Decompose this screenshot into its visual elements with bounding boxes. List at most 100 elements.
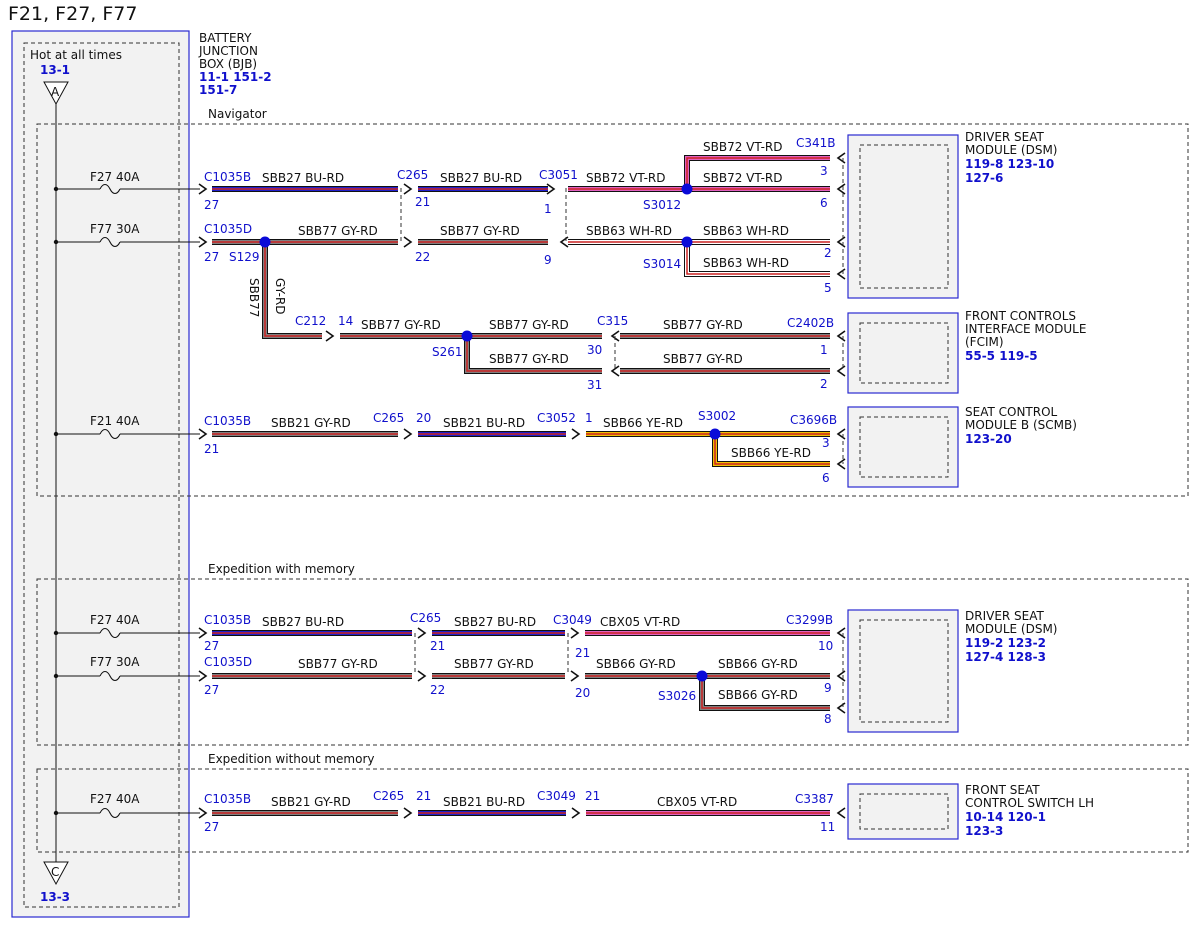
conn-m-c265-pin22: 22 <box>430 683 445 697</box>
splice-s261 <box>461 330 473 342</box>
scmb-name-1: SEAT CONTROL <box>965 405 1058 419</box>
wiring-diagram: F21, F27, F77 Hot at all times 13-1 A C … <box>8 3 1189 918</box>
terminal-c-label: C <box>51 865 59 879</box>
wire-label-m2c: SBB66 GY-RD <box>596 657 676 671</box>
wire-label-w4c: SBB66 YE-RD <box>603 416 683 430</box>
wire-label-m2d: SBB66 GY-RD <box>718 657 798 671</box>
conn-c265-1: C265 <box>397 168 428 182</box>
fuse-mem-f27: F27 40A <box>90 613 140 627</box>
bjb-name-2: JUNCTION <box>198 44 258 58</box>
dsm-mem-name-1: DRIVER SEAT <box>965 609 1045 623</box>
splice-s3014 <box>681 236 693 248</box>
wire-label-w4a: SBB21 GY-RD <box>271 416 351 430</box>
wire-label-n1a: SBB21 GY-RD <box>271 795 351 809</box>
conn-c3052: C3052 <box>537 411 576 425</box>
dsm-mem-ref-2: 127-4 128-3 <box>965 650 1046 664</box>
conn-m-c3299b-pin10: 10 <box>818 639 833 653</box>
bjb-name-1: BATTERY <box>199 31 252 45</box>
wire-label-m2e: SBB66 GY-RD <box>718 688 798 702</box>
wire-label-m1a: SBB27 BU-RD <box>262 615 344 629</box>
arrow-w2a-in <box>198 236 208 248</box>
wire-label-m2b: SBB77 GY-RD <box>454 657 534 671</box>
conn-m-c3299b: C3299B <box>786 613 833 627</box>
section-expedition-memory-label: Expedition with memory <box>208 562 355 576</box>
conn-c212-pin: 14 <box>338 314 353 328</box>
wire-label-w4d: SBB66 YE-RD <box>731 446 811 460</box>
bjb-top-ref: 13-1 <box>40 63 70 77</box>
conn-c1035d-1-pin: 27 <box>204 250 219 264</box>
section-expedition-no-memory-label: Expedition without memory <box>208 752 375 766</box>
scmb-name-2: MODULE B (SCMB) <box>965 418 1077 432</box>
splice-s3026 <box>696 670 708 682</box>
arrow-m2a-in <box>198 670 208 682</box>
fcim-name-3: (FCIM) <box>965 335 1004 349</box>
arrow-w4b-in <box>403 428 413 440</box>
conn-n-c3387: C3387 <box>795 792 834 806</box>
conn-m-c3049-pin20: 20 <box>575 686 590 700</box>
wire-label-n1c: CBX05 VT-RD <box>657 795 737 809</box>
conn-n-c3049-pin: 21 <box>585 789 600 803</box>
arrow-m2b-in <box>417 670 427 682</box>
conn-c341b: C341B <box>796 136 836 150</box>
wire-label-w2e: SBB63 WH-RD <box>703 256 789 270</box>
fuse-mem-f77: F77 30A <box>90 655 140 669</box>
bjb-ref-2: 151-7 <box>199 83 237 97</box>
dsm-nav-name-1: DRIVER SEAT <box>965 130 1045 144</box>
wire-label-w4b: SBB21 BU-RD <box>443 416 525 430</box>
conn-n-c265: C265 <box>373 789 404 803</box>
conn-dsm-pin5: 5 <box>824 281 832 295</box>
wire-label-n1b: SBB21 BU-RD <box>443 795 525 809</box>
arrow-w1b-in <box>403 183 413 195</box>
conn-c2402b-pin1: 1 <box>820 343 828 357</box>
arrow-c3387-11 <box>836 807 846 819</box>
conn-c1035b-1-pin: 27 <box>204 198 219 212</box>
arrow-w2b-in <box>403 236 413 248</box>
splice-s3002 <box>709 428 721 440</box>
conn-c3051: C3051 <box>539 168 578 182</box>
conn-n-c1035b: C1035B <box>204 792 251 806</box>
conn-c3051-pin: 1 <box>544 202 552 216</box>
conn-n-c1035b-pin: 27 <box>204 820 219 834</box>
conn-c3051-pin9: 9 <box>544 253 552 267</box>
arrow-c3696b-6 <box>836 458 846 470</box>
arrow-n1b-in <box>403 807 413 819</box>
conn-dsm-pin2: 2 <box>824 246 832 260</box>
splice-s129 <box>259 236 271 248</box>
fscs-name-2: CONTROL SWITCH LH <box>965 796 1094 810</box>
conn-c1035b-2-pin: 21 <box>204 442 219 456</box>
wire-label-w3b: SBB77 GY-RD <box>489 318 569 332</box>
label-s3026: S3026 <box>658 689 696 703</box>
arrow-m1b-in <box>417 627 427 639</box>
wire-label-w1e: SBB72 VT-RD <box>703 171 783 185</box>
conn-m-c3299b-pin9: 9 <box>824 681 832 695</box>
wire-label-w3v2: GY-RD <box>273 278 287 315</box>
module-front-seat-switch <box>847 783 959 840</box>
fscs-ref-1: 10-14 120-1 <box>965 810 1046 824</box>
conn-c265-3: C265 <box>373 411 404 425</box>
diagram-title: F21, F27, F77 <box>8 3 137 25</box>
wire-label-m1c: CBX05 VT-RD <box>600 615 680 629</box>
scmb-ref-1: 123-20 <box>965 432 1012 446</box>
wire-label-m1b: SBB27 BU-RD <box>454 615 536 629</box>
conn-c265-3-pin: 20 <box>416 411 431 425</box>
dsm-nav-ref-1: 119-8 123-10 <box>965 157 1054 171</box>
arrow-dsm-2 <box>836 236 846 248</box>
wire-label-w2c: SBB63 WH-RD <box>586 224 672 238</box>
arrow-w4a-in <box>198 428 208 440</box>
conn-c3696b-pin6: 6 <box>822 471 830 485</box>
arrow-c3696b-3 <box>836 428 846 440</box>
module-dsm-memory <box>847 609 959 733</box>
conn-c212: C212 <box>295 314 326 328</box>
wire-label-w2a: SBB77 GY-RD <box>298 224 378 238</box>
splice-s3012 <box>681 183 693 195</box>
label-s3014: S3014 <box>643 257 681 271</box>
conn-m-c3049-pin21: 21 <box>575 646 590 660</box>
section-navigator-label: Navigator <box>208 107 267 121</box>
conn-n-c3387-pin: 11 <box>820 820 835 834</box>
arrow-c2402b-1 <box>836 330 846 342</box>
terminal-a-label: A <box>51 85 60 99</box>
conn-c3052-pin: 1 <box>585 411 593 425</box>
conn-m-c1035d-pin: 27 <box>204 683 219 697</box>
arrow-w4c-in <box>571 428 581 440</box>
fuse-nav-f21: F21 40A <box>90 414 140 428</box>
